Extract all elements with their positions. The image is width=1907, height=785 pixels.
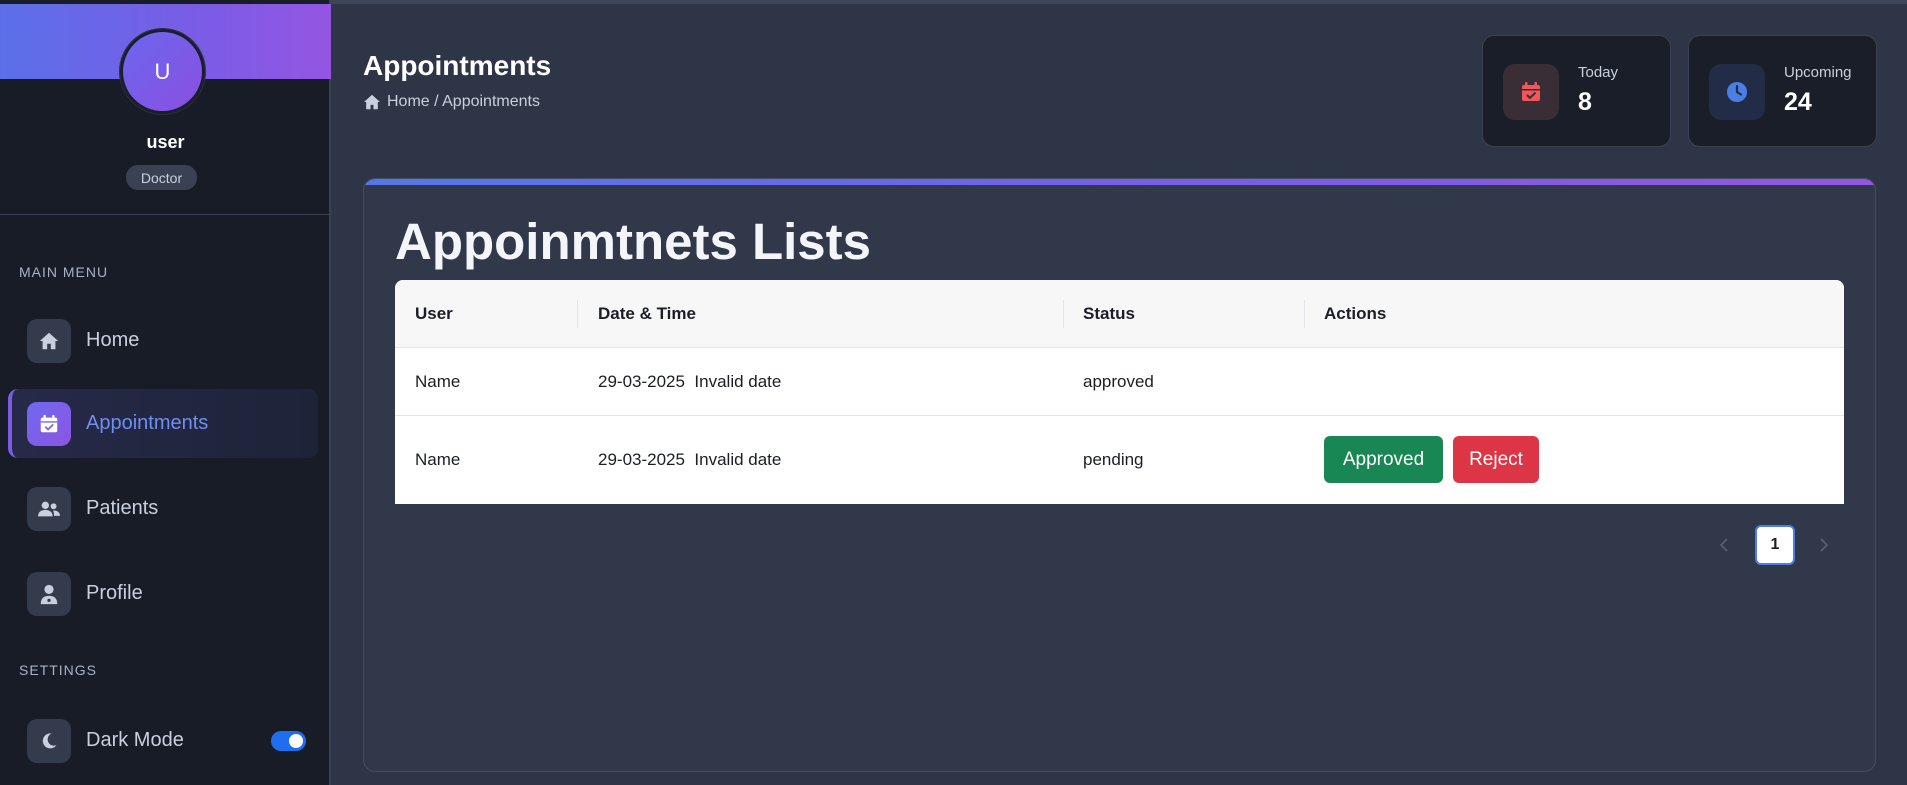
home-icon	[27, 318, 71, 363]
sidebar-item-patients[interactable]: Patients	[8, 474, 318, 543]
column-divider	[1063, 300, 1064, 328]
user-name: user	[146, 132, 185, 152]
card-title: Appoinmtnets Lists	[395, 213, 872, 270]
page-title: Appointments	[363, 50, 552, 81]
sidebar: U user Doctor MAIN MENU Home Appointment…	[0, 0, 331, 785]
table-header: User Date & Time Status Actions	[395, 280, 1844, 348]
approve-button[interactable]: Approved	[1324, 436, 1443, 483]
role-badge: Doctor	[126, 165, 197, 190]
appointments-card: Appoinmtnets Lists User Date & Time Stat…	[363, 178, 1876, 772]
stat-card-today: Today 8	[1482, 35, 1671, 147]
cell-datetime: 29-03-2025 Invalid date	[598, 450, 782, 469]
appointments-table: User Date & Time Status Actions Name 29-…	[395, 280, 1844, 504]
reject-button[interactable]: Reject	[1453, 436, 1539, 483]
home-icon	[363, 94, 381, 110]
card-accent-bar	[364, 179, 1875, 185]
pagination: 1	[364, 525, 1875, 565]
sidebar-item-label: Patients	[86, 497, 159, 519]
main-menu-label: MAIN MENU	[19, 264, 109, 280]
stat-card-upcoming: Upcoming 24	[1688, 35, 1877, 147]
table-row: Name 29-03-2025 Invalid date approved	[395, 348, 1844, 416]
column-divider	[1304, 300, 1305, 328]
cell-datetime: 29-03-2025 Invalid date	[598, 371, 782, 391]
settings-label: SETTINGS	[19, 662, 98, 678]
cell-status: approved	[1083, 371, 1154, 391]
dark-mode-toggle[interactable]	[271, 730, 306, 751]
chevron-left-icon[interactable]	[1714, 535, 1734, 555]
cell-user: Name	[415, 371, 461, 391]
sidebar-item-home[interactable]: Home	[8, 306, 318, 375]
stat-value: 24	[1784, 88, 1812, 116]
column-header-actions: Actions	[1324, 304, 1387, 323]
sidebar-item-label: Home	[86, 329, 140, 351]
toggle-knob	[289, 733, 303, 748]
column-header-user: User	[415, 304, 453, 323]
sidebar-item-label: Profile	[86, 582, 143, 604]
avatar[interactable]: U	[120, 29, 205, 114]
cell-user: Name	[415, 450, 461, 469]
sidebar-item-label: Appointments	[86, 412, 209, 434]
calendar-check-icon	[1503, 64, 1559, 120]
clock-icon	[1709, 64, 1765, 120]
moon-icon	[27, 718, 71, 763]
column-divider	[577, 300, 578, 328]
column-header-status: Status	[1083, 304, 1135, 323]
calendar-check-icon	[27, 401, 71, 446]
user-doctor-icon	[27, 571, 71, 616]
page-button-current[interactable]: 1	[1755, 525, 1795, 565]
stat-label: Upcoming	[1784, 64, 1852, 81]
stat-label: Today	[1578, 64, 1619, 81]
sidebar-item-profile[interactable]: Profile	[8, 559, 318, 628]
breadcrumb: Home / Appointments	[363, 93, 540, 111]
sidebar-item-appointments[interactable]: Appointments	[8, 389, 318, 458]
stat-value: 8	[1578, 88, 1592, 116]
avatar-initial: U	[154, 58, 171, 84]
users-icon	[27, 486, 71, 531]
table-row: Name 29-03-2025 Invalid date pending App…	[395, 416, 1844, 504]
chevron-right-icon[interactable]	[1814, 535, 1834, 555]
column-header-datetime: Date & Time	[598, 304, 696, 323]
dark-mode-setting: Dark Mode	[8, 706, 318, 775]
cell-status: pending	[1083, 450, 1144, 469]
breadcrumb-text[interactable]: Home / Appointments	[387, 93, 540, 111]
dark-mode-label: Dark Mode	[86, 729, 184, 751]
top-border	[331, 0, 1907, 4]
sidebar-divider	[0, 214, 331, 215]
